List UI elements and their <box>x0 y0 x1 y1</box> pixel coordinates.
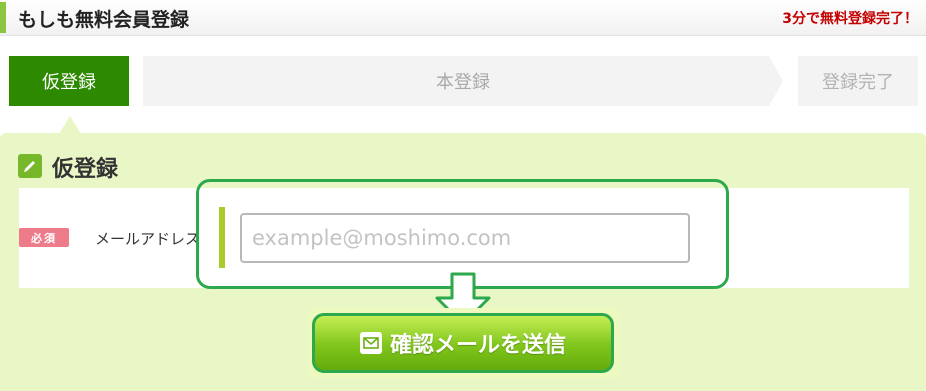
step-label: 仮登録 <box>42 72 96 93</box>
page-title: もしも無料会員登録 <box>18 9 190 31</box>
header-promo-note: 3分で無料登録完了！ <box>782 11 918 27</box>
page-header: もしも無料会員登録 3分で無料登録完了！ <box>0 0 926 36</box>
mail-icon <box>359 332 382 354</box>
pencil-icon <box>18 154 42 178</box>
header-accent-bar <box>0 2 6 33</box>
field-accent-bar <box>219 207 225 268</box>
step-registration-complete: 登録完了 <box>798 56 918 106</box>
required-badge: 必須 <box>19 228 69 247</box>
step-label: 登録完了 <box>822 72 894 93</box>
section-title: 仮登録 <box>52 157 119 182</box>
step-label: 本登録 <box>436 72 490 93</box>
submit-button-label: 確認メールを送信 <box>389 333 566 358</box>
step-provisional-registration: 仮登録 <box>9 56 129 106</box>
active-step-pointer <box>59 116 81 134</box>
email-label: メールアドレス <box>95 230 201 248</box>
send-confirmation-email-button[interactable]: 確認メールを送信 <box>312 313 614 373</box>
email-input[interactable] <box>240 213 690 263</box>
step-full-registration: 本登録 <box>143 56 783 106</box>
